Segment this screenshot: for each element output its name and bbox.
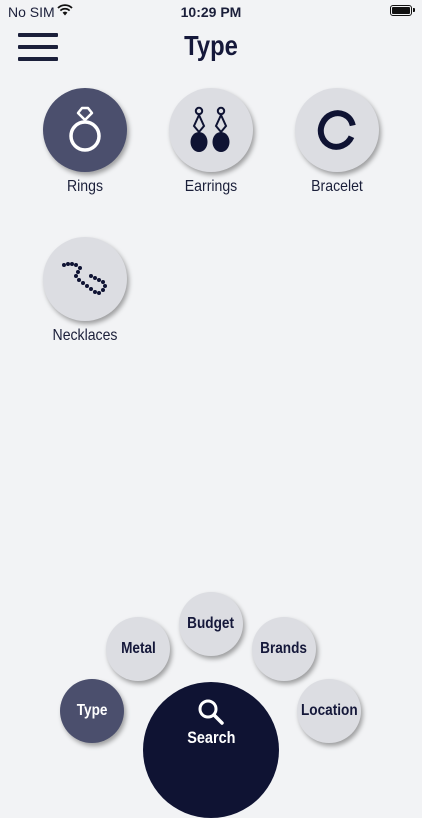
filter-location-button[interactable]: Location xyxy=(297,679,361,743)
type-option-earrings[interactable]: Earrings xyxy=(156,88,266,196)
filter-location-label: Location xyxy=(300,702,358,719)
filter-metal-button[interactable]: Metal xyxy=(106,617,170,681)
filter-brands-label: Brands xyxy=(260,640,308,657)
page-title: Type xyxy=(184,30,238,61)
type-label-necklaces: Necklaces xyxy=(52,327,118,344)
type-circle xyxy=(169,88,253,172)
type-circle xyxy=(43,237,127,321)
type-label-earrings: Earrings xyxy=(184,178,238,195)
filter-type-label: Type xyxy=(76,702,108,719)
filter-budget-button[interactable]: Budget xyxy=(179,592,243,656)
search-label: Search xyxy=(186,728,236,747)
type-option-bracelet[interactable]: Bracelet xyxy=(282,88,392,196)
bracelet-icon xyxy=(317,110,357,150)
filter-type-button[interactable]: Type xyxy=(60,679,124,743)
type-option-rings[interactable]: Rings xyxy=(30,88,140,196)
type-option-necklaces[interactable]: Necklaces xyxy=(30,237,140,345)
type-circle xyxy=(295,88,379,172)
battery-icon xyxy=(390,5,415,16)
type-label-rings: Rings xyxy=(67,178,103,195)
filter-brands-button[interactable]: Brands xyxy=(252,617,316,681)
status-time: 10:29 PM xyxy=(180,4,242,20)
necklace-icon xyxy=(62,262,107,295)
filter-budget-label: Budget xyxy=(187,615,235,632)
search-button[interactable]: Search xyxy=(143,682,279,818)
type-circle xyxy=(43,88,127,172)
type-label-bracelet: Bracelet xyxy=(311,178,363,195)
earrings-icon xyxy=(190,106,230,152)
search-icon xyxy=(198,699,224,725)
status-bar: No SIM 10:29 PM xyxy=(0,0,422,24)
filter-metal-label: Metal xyxy=(120,640,156,657)
ring-icon xyxy=(69,106,101,152)
